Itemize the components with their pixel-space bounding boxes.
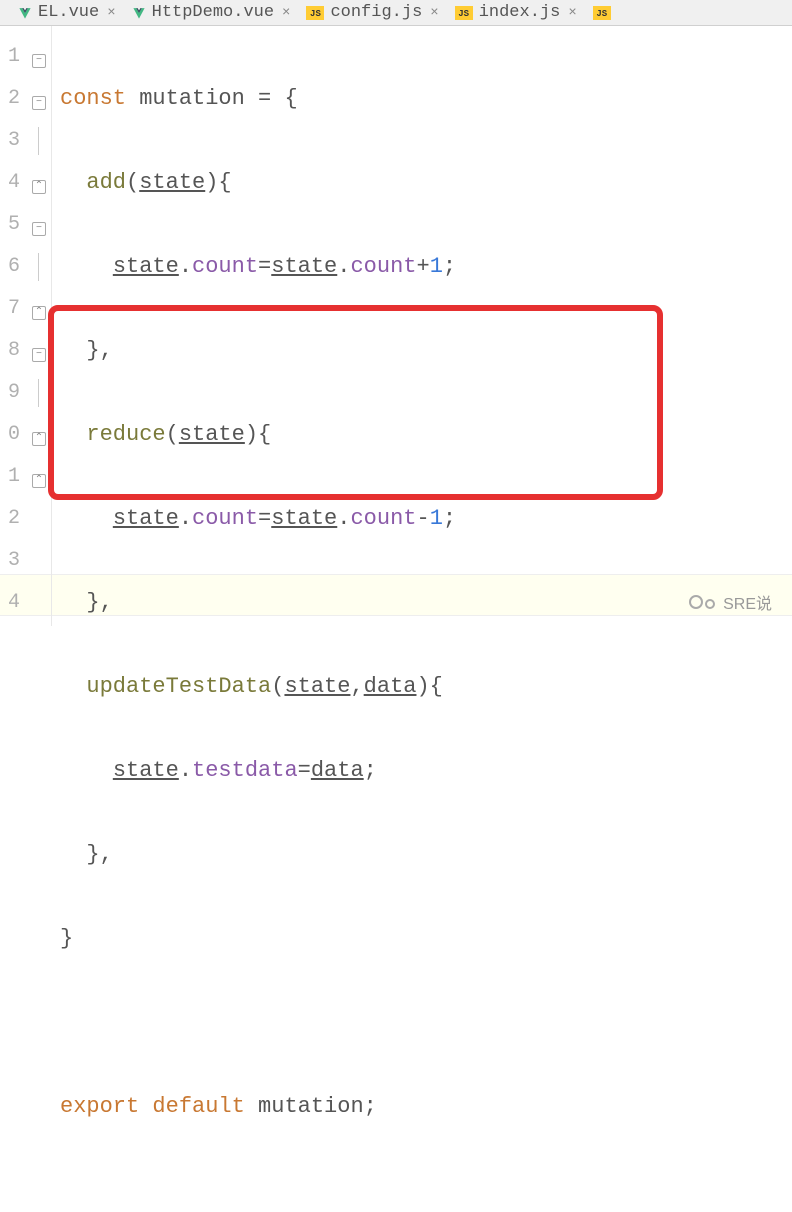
editor-tabs: EL.vue × HttpDemo.vue × JS config.js × J… <box>0 0 792 26</box>
watermark: SRE说 <box>689 590 772 614</box>
vue-icon <box>132 6 146 20</box>
watermark-text: SRE说 <box>723 590 772 614</box>
js-icon: JS <box>306 6 324 20</box>
tab-label: config.js <box>330 3 422 22</box>
tab-httpdemo-vue[interactable]: HttpDemo.vue × <box>124 0 299 25</box>
js-icon: JS <box>593 6 611 20</box>
vue-icon <box>18 6 32 20</box>
code-area[interactable]: const mutation = { add(state){ state.cou… <box>52 26 792 626</box>
fold-icon[interactable]: − <box>32 96 46 110</box>
fold-icon[interactable]: ⌃ <box>32 474 46 488</box>
fold-icon[interactable]: ⌃ <box>32 306 46 320</box>
fold-gutter: − − ⌃ − ⌃ − ⌃ ⌃ <box>28 26 52 626</box>
tab-el-vue[interactable]: EL.vue × <box>10 0 124 25</box>
fold-icon[interactable]: ⌃ <box>32 432 46 446</box>
wechat-icon <box>689 595 715 609</box>
tab-label: HttpDemo.vue <box>152 3 274 22</box>
fold-icon[interactable]: − <box>32 222 46 236</box>
tab-config-js[interactable]: JS config.js × <box>298 0 446 25</box>
js-icon: JS <box>455 6 473 20</box>
tab-index-js[interactable]: JS index.js × <box>447 0 585 25</box>
close-icon[interactable]: × <box>430 5 438 21</box>
close-icon[interactable]: × <box>282 5 290 21</box>
close-icon[interactable]: × <box>568 5 576 21</box>
line-numbers: 1 2 3 4 5 6 7 8 9 0 1 2 3 4 <box>0 26 28 626</box>
fold-icon[interactable]: ⌃ <box>32 180 46 194</box>
close-icon[interactable]: × <box>107 5 115 21</box>
fold-icon[interactable]: − <box>32 348 46 362</box>
tab-label: index.js <box>479 3 561 22</box>
code-editor[interactable]: 1 2 3 4 5 6 7 8 9 0 1 2 3 4 − − ⌃ − ⌃ − … <box>0 26 792 626</box>
fold-icon[interactable]: − <box>32 54 46 68</box>
tab-partial-js[interactable]: JS <box>585 0 619 25</box>
tab-label: EL.vue <box>38 3 99 22</box>
